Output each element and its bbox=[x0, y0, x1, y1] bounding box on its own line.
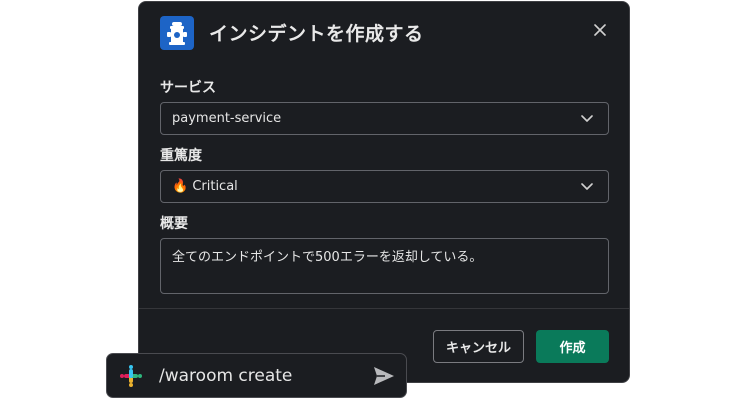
chevron-down-icon bbox=[580, 112, 594, 126]
footer-divider bbox=[139, 308, 629, 309]
summary-textarea[interactable]: 全てのエンドポイントで500エラーを返却している。 bbox=[160, 238, 609, 294]
send-icon[interactable] bbox=[373, 366, 395, 386]
severity-label: 重篤度 bbox=[160, 148, 202, 164]
slack-logo-icon bbox=[120, 365, 142, 387]
service-select[interactable]: payment-service bbox=[160, 102, 609, 135]
severity-select[interactable]: 🔥 Critical bbox=[160, 170, 609, 203]
create-incident-modal: インシデントを作成する サービス payment-service 重篤度 🔥 C… bbox=[138, 1, 630, 383]
modal-title: インシデントを作成する bbox=[209, 23, 424, 45]
message-composer[interactable]: /waroom create bbox=[106, 353, 407, 398]
severity-value: 🔥 Critical bbox=[172, 179, 238, 194]
fire-hydrant-icon bbox=[160, 16, 194, 50]
cancel-button[interactable]: キャンセル bbox=[433, 330, 524, 363]
service-label: サービス bbox=[160, 80, 216, 96]
summary-label: 概要 bbox=[160, 216, 188, 232]
close-icon[interactable] bbox=[592, 22, 608, 38]
chevron-down-icon bbox=[580, 180, 594, 194]
service-value: payment-service bbox=[172, 111, 282, 126]
command-text: /waroom create bbox=[159, 366, 293, 386]
create-button[interactable]: 作成 bbox=[536, 330, 609, 363]
